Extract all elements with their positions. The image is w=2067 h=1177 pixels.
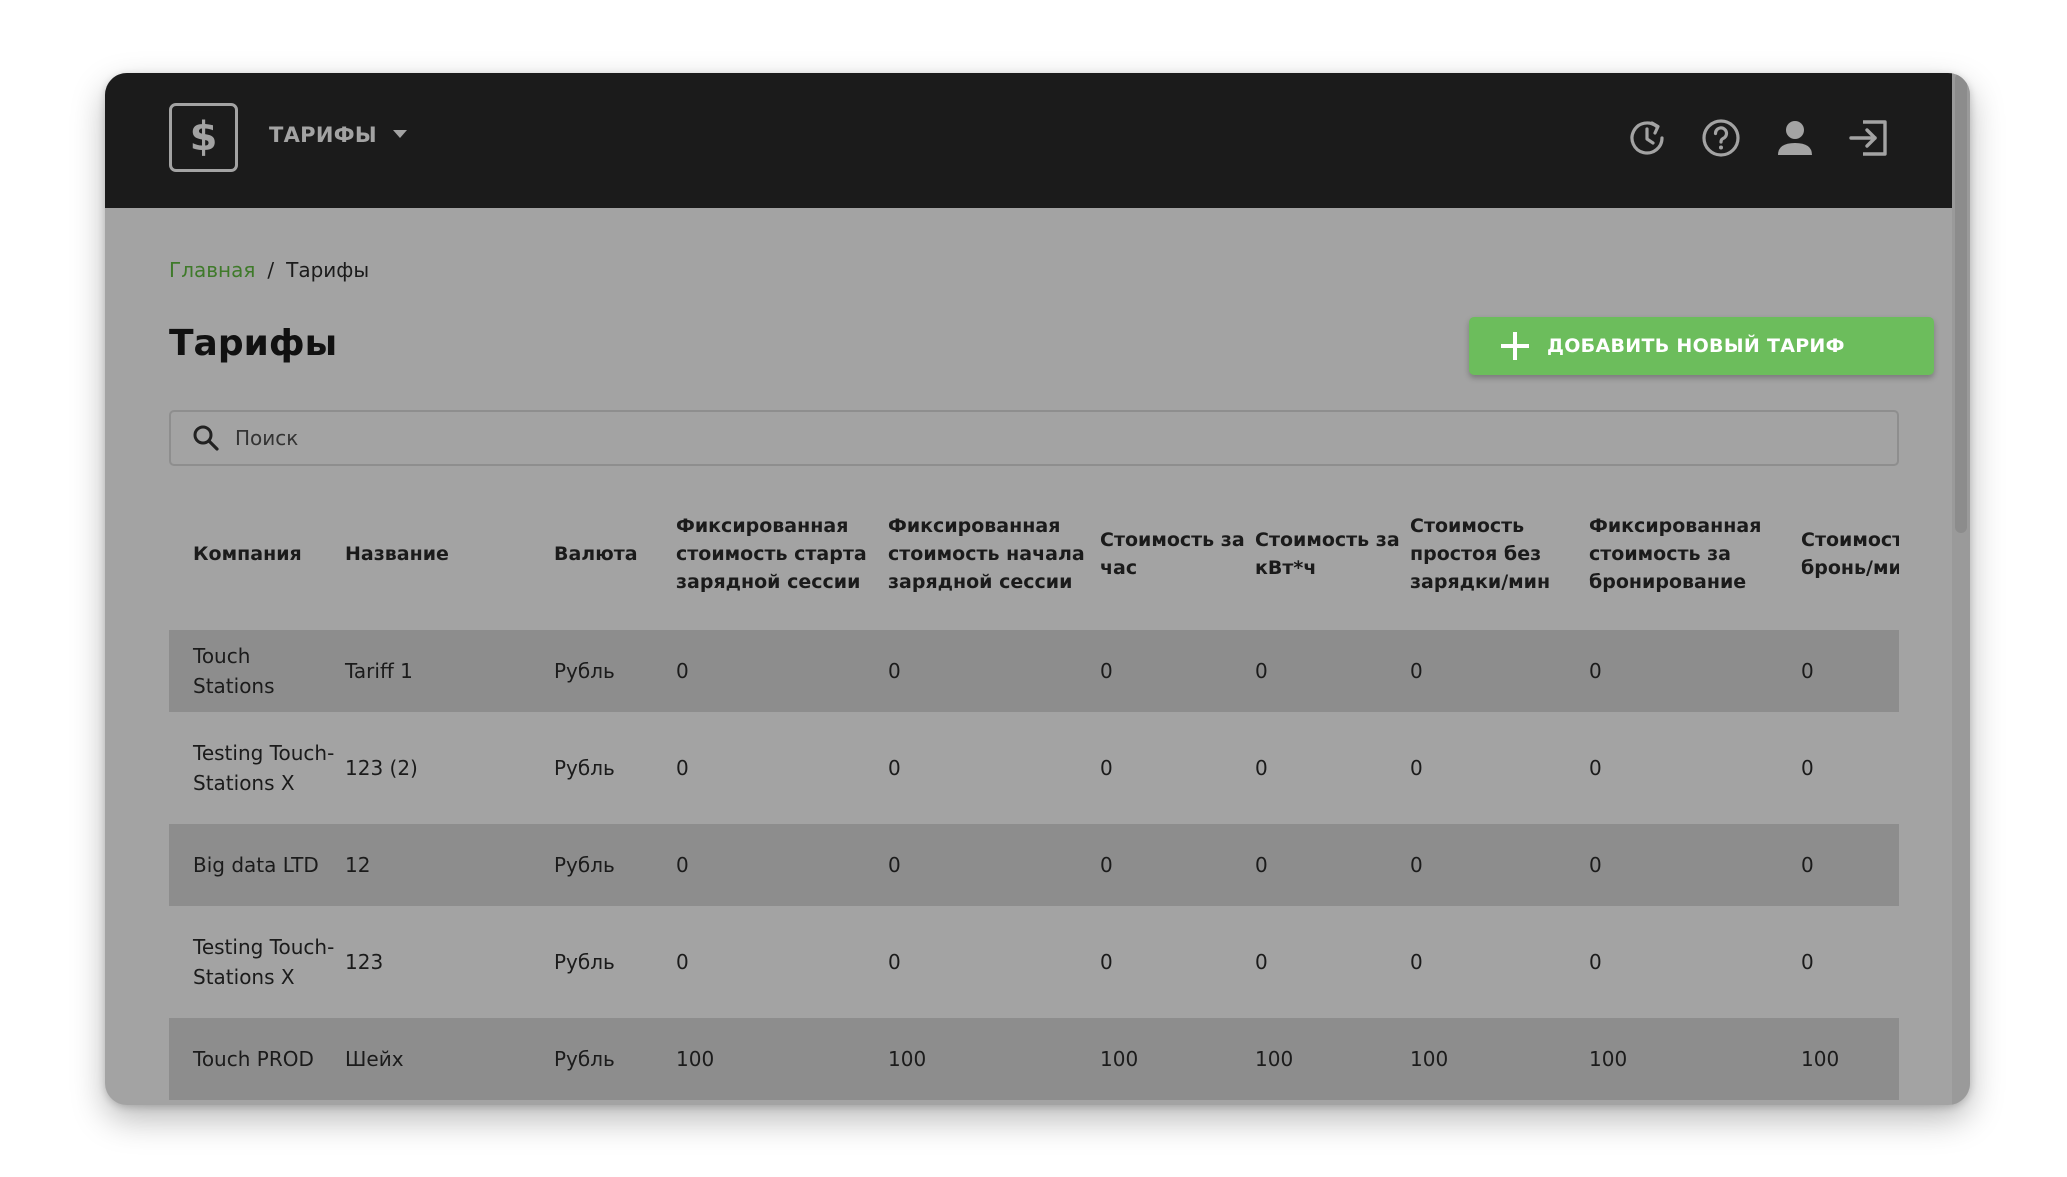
section-dropdown-label: ТАРИФЫ (269, 123, 377, 147)
cell-value: 0 (888, 712, 1100, 824)
top-bar: $ ТАРИФЫ (105, 73, 1952, 208)
cell-currency: Рубль (554, 906, 676, 1018)
cell-value: 0 (1801, 824, 1899, 906)
column-header-cost-per-kwh[interactable]: Стоимость за кВт*ч (1255, 478, 1410, 630)
cell-company: Testing Touch-Stations X (169, 712, 345, 824)
cell-value: 0 (1255, 906, 1410, 1018)
cell-value: 0 (1255, 824, 1410, 906)
cell-name: Шейх (345, 1018, 554, 1100)
cell-value: 0 (676, 824, 888, 906)
cell-company: Testing Touch-Stations X (169, 906, 345, 1018)
cell-value: 0 (1100, 630, 1255, 712)
cell-value: 0 (1801, 906, 1899, 1018)
cell-value: 0 (676, 712, 888, 824)
cell-value: 100 (1255, 1018, 1410, 1100)
cell-value: 0 (1100, 712, 1255, 824)
cell-value: 0 (1100, 906, 1255, 1018)
cell-value: 0 (1255, 630, 1410, 712)
breadcrumb-home-link[interactable]: Главная (169, 258, 255, 282)
table-row[interactable]: Big data LTD 12 Рубль 0 0 0 0 0 0 0 (169, 824, 1899, 906)
table-row[interactable]: Testing Touch-Stations X 123 Рубль 0 0 0… (169, 906, 1899, 1018)
column-header-fixed-begin-cost[interactable]: Фиксированная стоимость начала зарядной … (888, 478, 1100, 630)
cell-value: 0 (1589, 712, 1801, 824)
cell-name: Tariff 1 (345, 630, 554, 712)
tariffs-table: Компания Название Валюта Фиксированная с… (169, 478, 1899, 1100)
cell-value: 0 (1801, 712, 1899, 824)
cell-value: 0 (1410, 824, 1589, 906)
section-dropdown[interactable]: ТАРИФЫ (269, 123, 407, 147)
column-header-idle-cost[interactable]: Стоимость простоя без зарядки/мин (1410, 478, 1589, 630)
scrollbar-thumb[interactable] (1955, 73, 1967, 533)
cell-value: 0 (888, 824, 1100, 906)
tariff-logo-icon[interactable]: $ (169, 103, 238, 172)
cell-value: 100 (1410, 1018, 1589, 1100)
cell-value: 0 (1100, 824, 1255, 906)
column-header-fixed-booking-cost[interactable]: Фиксированная стоимость за бронирование (1589, 478, 1801, 630)
cell-value: 100 (1100, 1018, 1255, 1100)
search-field[interactable] (169, 410, 1899, 466)
chevron-down-icon (392, 130, 407, 138)
cell-value: 100 (1589, 1018, 1801, 1100)
cell-company: Big data LTD (169, 824, 345, 906)
cell-company: Touch Stations (169, 630, 345, 712)
tariffs-table-container[interactable]: Компания Название Валюта Фиксированная с… (169, 478, 1899, 1105)
cell-value: 0 (1589, 824, 1801, 906)
search-input[interactable] (233, 425, 1837, 451)
cell-value: 0 (888, 906, 1100, 1018)
cell-value: 0 (1410, 630, 1589, 712)
cell-name: 123 (345, 906, 554, 1018)
cell-name: 12 (345, 824, 554, 906)
breadcrumb-separator: / (267, 258, 275, 282)
help-icon[interactable] (1698, 115, 1744, 161)
column-header-currency[interactable]: Валюта (554, 478, 676, 630)
vertical-scrollbar[interactable] (1952, 73, 1970, 1105)
cell-value: 100 (888, 1018, 1100, 1100)
page-title: Тарифы (169, 323, 338, 364)
cell-currency: Рубль (554, 712, 676, 824)
table-header-row: Компания Название Валюта Фиксированная с… (169, 478, 1899, 630)
cell-name: 123 (2) (345, 712, 554, 824)
column-header-name[interactable]: Название (345, 478, 554, 630)
cell-value: 0 (1801, 630, 1899, 712)
plus-icon (1501, 332, 1529, 360)
cell-company: Touch PROD (169, 1018, 345, 1100)
column-header-fixed-start-cost[interactable]: Фиксированная стоимость старта зарядной … (676, 478, 888, 630)
cell-value: 0 (676, 906, 888, 1018)
breadcrumb: Главная / Тарифы (169, 258, 369, 282)
cell-value: 100 (676, 1018, 888, 1100)
column-header-company[interactable]: Компания (169, 478, 345, 630)
table-row[interactable]: Touch PROD Шейх Рубль 100 100 100 100 10… (169, 1018, 1899, 1100)
cell-value: 0 (1410, 712, 1589, 824)
add-tariff-button-label: ДОБАВИТЬ НОВЫЙ ТАРИФ (1547, 335, 1845, 357)
history-icon[interactable] (1624, 115, 1670, 161)
cell-value: 0 (1589, 630, 1801, 712)
cell-value: 0 (1589, 906, 1801, 1018)
cell-value: 0 (888, 630, 1100, 712)
search-icon (191, 423, 221, 453)
cell-value: 0 (1255, 712, 1410, 824)
cell-value: 0 (1410, 906, 1589, 1018)
logout-icon[interactable] (1846, 115, 1892, 161)
table-row[interactable]: Touch Stations Tariff 1 Рубль 0 0 0 0 0 … (169, 630, 1899, 712)
add-tariff-button[interactable]: ДОБАВИТЬ НОВЫЙ ТАРИФ (1469, 317, 1934, 375)
user-icon[interactable] (1772, 115, 1818, 161)
cell-value: 100 (1801, 1018, 1899, 1100)
cell-currency: Рубль (554, 630, 676, 712)
column-header-cost-per-hour[interactable]: Стоимость за час (1100, 478, 1255, 630)
table-row[interactable]: Testing Touch-Stations X 123 (2) Рубль 0… (169, 712, 1899, 824)
cell-currency: Рубль (554, 824, 676, 906)
cell-currency: Рубль (554, 1018, 676, 1100)
breadcrumb-current: Тарифы (286, 258, 370, 282)
column-header-booking-cost-per-min[interactable]: Стоимость за бронь/мин (1801, 478, 1899, 630)
cell-value: 0 (676, 630, 888, 712)
top-actions (1624, 115, 1892, 161)
app-window: $ ТАРИФЫ Главная / Тарифы Тарифы ДОБАВИТ… (105, 73, 1970, 1105)
